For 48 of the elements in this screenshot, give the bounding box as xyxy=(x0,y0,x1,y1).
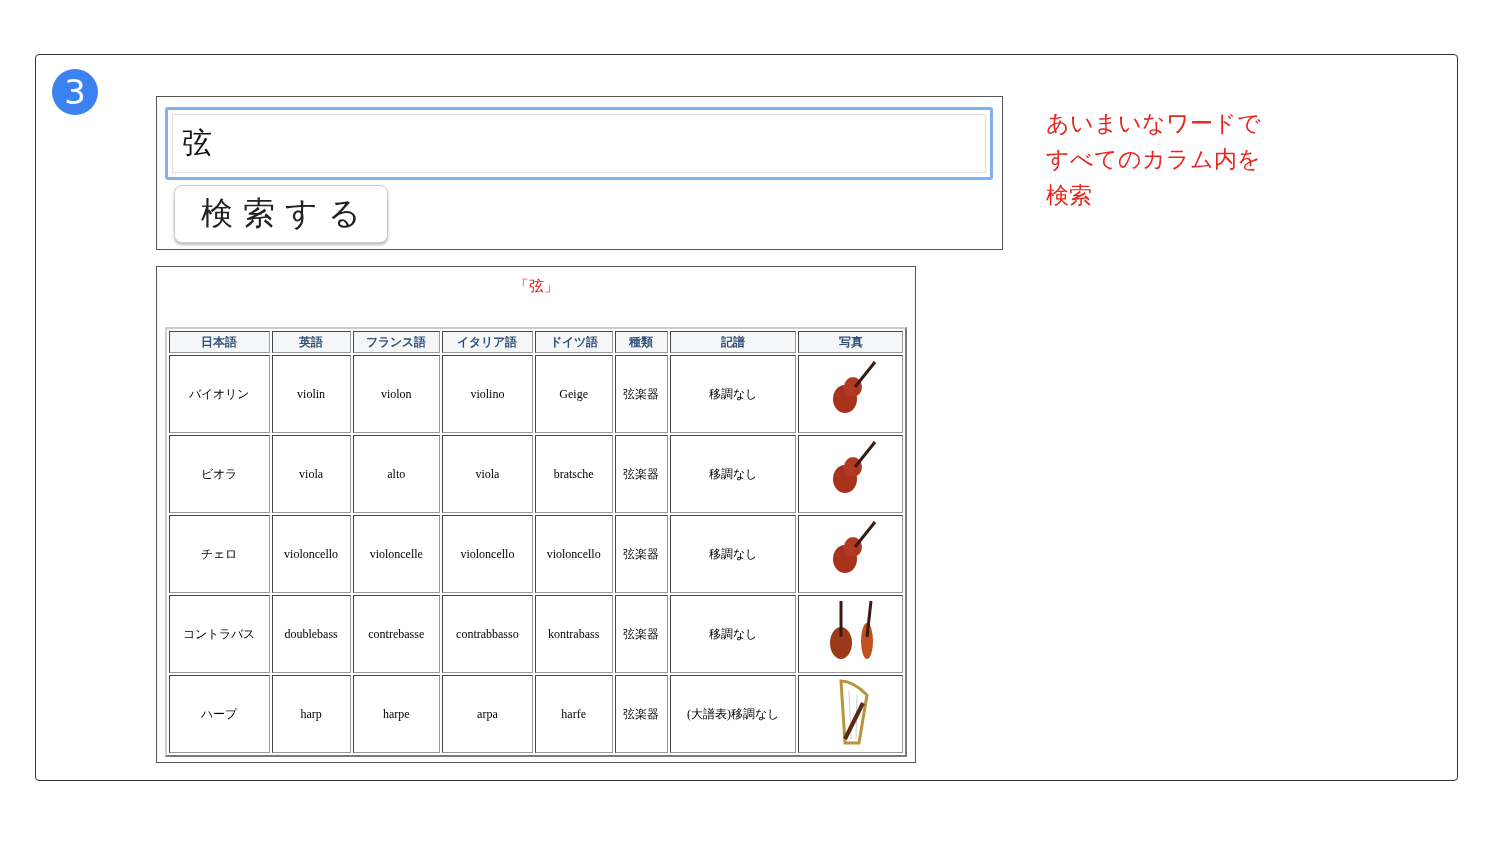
table-cell-text: コントラバス xyxy=(183,626,256,641)
table-cell-text: viola xyxy=(299,466,324,481)
step-number-badge: 3 xyxy=(52,69,98,115)
table-cell-text: 弦楽器 xyxy=(623,706,660,721)
table-cell-text: 移調なし xyxy=(708,546,757,561)
table-cell-text: harpe xyxy=(382,706,410,721)
search-button[interactable]: 検 索 す る xyxy=(174,185,388,243)
table-cell-text: viola xyxy=(475,466,500,481)
search-field[interactable]: 弦 xyxy=(165,107,993,180)
column-header: 写真 xyxy=(838,334,863,349)
table-cell-text: Geige xyxy=(559,386,588,401)
column-header: 記譜 xyxy=(720,334,745,349)
table-cell-text: violin xyxy=(297,386,326,401)
search-term-caption: 「弦」 xyxy=(513,277,559,296)
column-header: 種類 xyxy=(629,334,654,349)
annotation-text: あいまいなワードで すべてのカラム内を 検索 xyxy=(1046,109,1262,210)
table-cell-text: ビオラ xyxy=(201,466,238,481)
table-cell-text: violon xyxy=(380,386,412,401)
table-cell-text: harfe xyxy=(561,706,586,721)
table-cell-text: バイオリン xyxy=(189,386,250,401)
column-header: イタリア語 xyxy=(457,334,518,349)
table-cell-text: doublebass xyxy=(284,626,338,641)
table-cell-text: violoncello xyxy=(284,546,339,561)
table-cell-text: 移調なし xyxy=(708,626,757,641)
column-header: 英語 xyxy=(299,334,324,349)
table-cell-text: violino xyxy=(470,386,505,401)
table-cell-text: violoncello xyxy=(546,546,601,561)
column-header: ドイツ語 xyxy=(549,334,598,349)
table-cell-text: alto xyxy=(387,466,406,481)
table-cell-text: 弦楽器 xyxy=(623,466,660,481)
table-cell-text: bratsche xyxy=(553,466,594,481)
table-cell-text: 弦楽器 xyxy=(623,626,660,641)
table-cell-text: contrebasse xyxy=(368,626,425,641)
table-cell-text: 弦楽器 xyxy=(623,386,660,401)
table-cell-text: 移調なし xyxy=(708,386,757,401)
table-cell-text: arpa xyxy=(477,706,498,721)
table-cell-text: harp xyxy=(300,706,322,721)
table-cell-text: ハープ xyxy=(201,706,238,721)
column-header: フランス語 xyxy=(366,334,427,349)
table-cell-text: kontrabass xyxy=(548,626,600,641)
table-cell-text: 弦楽器 xyxy=(623,546,660,561)
table-cell-text: violoncello xyxy=(460,546,515,561)
table-cell-text: 移調なし xyxy=(708,466,757,481)
table-cell-text: (大譜表)移調なし xyxy=(686,706,779,721)
table-cell-text: チェロ xyxy=(201,546,238,561)
table-cell-text: violoncelle xyxy=(369,546,423,561)
table-cell-text: contrabbasso xyxy=(456,626,519,641)
column-header: 日本語 xyxy=(201,334,238,349)
